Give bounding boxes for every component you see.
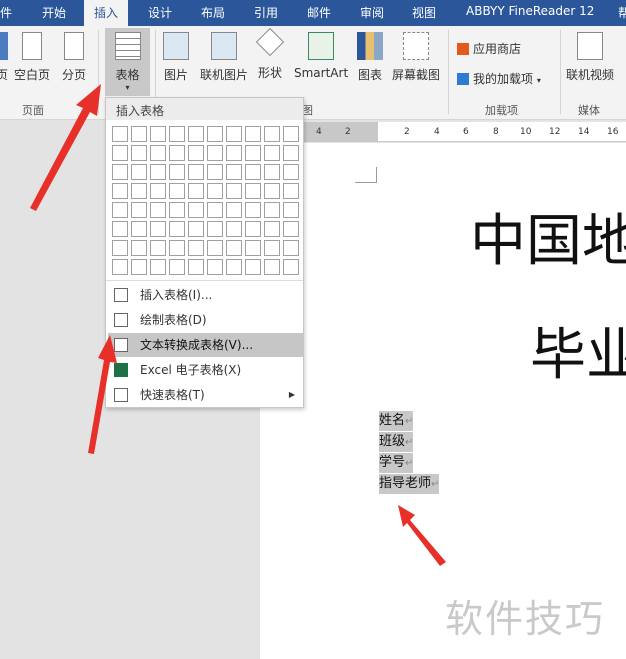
annotation-arrows (30, 84, 446, 566)
red-arrow-icon (88, 335, 117, 454)
red-arrow-icon (30, 84, 101, 211)
red-arrow-icon (398, 505, 446, 566)
